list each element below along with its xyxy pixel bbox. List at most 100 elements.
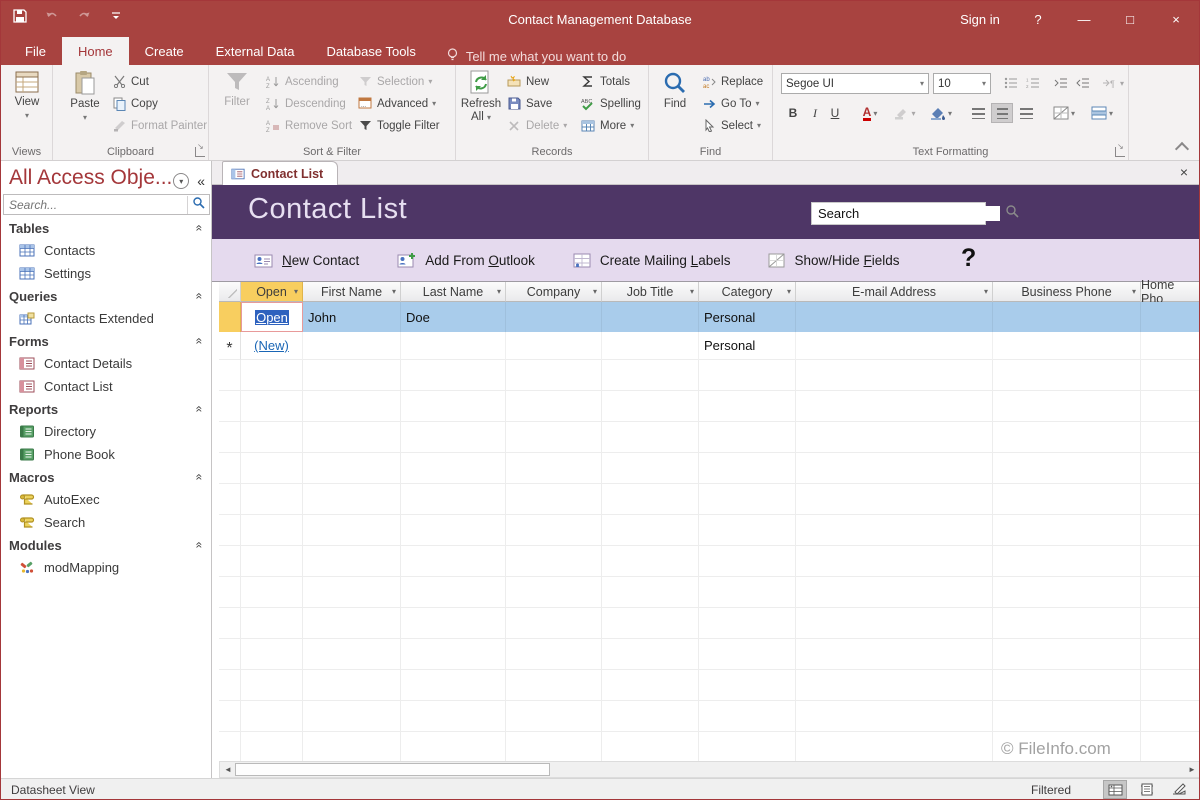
underline-button[interactable]: U xyxy=(827,103,843,123)
highlight-color-button[interactable]: ▾ xyxy=(889,103,921,123)
nav-item-contacts[interactable]: Contacts xyxy=(1,239,211,262)
nav-section-modules[interactable]: Modules« xyxy=(1,534,211,556)
align-left-button[interactable] xyxy=(967,103,989,123)
nav-pane-menu-icon[interactable]: ▾ xyxy=(173,173,189,189)
align-right-button[interactable] xyxy=(1015,103,1037,123)
cell-home-phone[interactable] xyxy=(1141,302,1200,332)
form-search-input[interactable] xyxy=(812,206,1000,221)
cell-company[interactable] xyxy=(506,332,602,360)
tab-external-data[interactable]: External Data xyxy=(200,37,311,65)
nav-item-contacts-extended[interactable]: Contacts Extended xyxy=(1,307,211,330)
column-header-job-title[interactable]: Job Title▾ xyxy=(602,282,699,302)
cell-last-name[interactable] xyxy=(401,332,506,360)
nav-section-forms[interactable]: Forms« xyxy=(1,330,211,352)
tab-home[interactable]: Home xyxy=(62,37,129,65)
nav-pane-title[interactable]: All Access Obje... xyxy=(9,166,172,190)
cell-category[interactable]: Personal xyxy=(699,332,796,360)
cell-business-phone[interactable] xyxy=(993,332,1141,360)
cell-last-name[interactable]: Doe xyxy=(401,302,506,332)
view-button[interactable]: View ▾ xyxy=(5,70,49,120)
chevron-down-icon[interactable]: ▾ xyxy=(1132,287,1136,296)
collapse-section-icon[interactable]: « xyxy=(193,474,207,481)
selection-button[interactable]: Selection ▾ xyxy=(357,71,432,92)
nav-item-modmapping[interactable]: modMapping xyxy=(1,556,211,579)
nav-item-settings[interactable]: Settings xyxy=(1,262,211,285)
nav-section-queries[interactable]: Queries« xyxy=(1,285,211,307)
new-record-button[interactable]: New xyxy=(506,71,549,92)
numbering-button[interactable]: 12 xyxy=(1023,73,1043,93)
select-button[interactable]: Select ▾ xyxy=(701,115,761,136)
paste-button[interactable]: Paste ▾ xyxy=(63,70,107,122)
collapse-ribbon-button[interactable] xyxy=(1175,142,1189,156)
document-tab-contact-list[interactable]: Contact List xyxy=(222,161,338,185)
close-document-icon[interactable]: × xyxy=(1175,163,1193,181)
cell-email[interactable] xyxy=(796,332,993,360)
column-header-last-name[interactable]: Last Name▾ xyxy=(401,282,506,302)
descending-button[interactable]: ZA Descending xyxy=(265,93,346,114)
refresh-all-button[interactable]: RefreshAll ▾ xyxy=(459,70,503,124)
cell-open-link[interactable]: Open xyxy=(241,302,303,332)
new-contact-button[interactable]: New Contact xyxy=(254,253,359,268)
bullets-button[interactable] xyxy=(1001,73,1021,93)
copy-button[interactable]: Copy xyxy=(111,93,158,114)
nav-item-search-macro[interactable]: Search xyxy=(1,511,211,534)
format-painter-button[interactable]: Format Painter xyxy=(111,115,207,136)
cell-first-name[interactable]: John xyxy=(303,302,401,332)
font-name-combo[interactable]: Segoe UI ▾ xyxy=(781,73,929,94)
cell-job-title[interactable] xyxy=(602,302,699,332)
text-direction-button[interactable]: ¶▾ xyxy=(1101,73,1125,93)
chevron-down-icon[interactable]: ▾ xyxy=(787,287,791,296)
delete-record-button[interactable]: Delete ▾ xyxy=(506,115,567,136)
column-header-open[interactable]: Open▾ xyxy=(241,282,303,302)
font-color-button[interactable]: A ▾ xyxy=(855,103,885,123)
nav-section-reports[interactable]: Reports« xyxy=(1,398,211,420)
cell-first-name[interactable] xyxy=(303,332,401,360)
new-record-selector[interactable]: * xyxy=(219,332,241,360)
advanced-button[interactable]: ... Advanced ▾ xyxy=(357,93,436,114)
more-button[interactable]: More ▾ xyxy=(580,115,634,136)
nav-section-tables[interactable]: Tables« xyxy=(1,217,211,239)
chevron-down-icon[interactable]: ▾ xyxy=(497,287,501,296)
remove-sort-button[interactable]: AZ Remove Sort xyxy=(265,115,352,136)
chevron-down-icon[interactable]: ▾ xyxy=(294,287,298,296)
form-view-button[interactable] xyxy=(1135,780,1159,799)
nav-item-autoexec[interactable]: AutoExec xyxy=(1,488,211,511)
font-size-combo[interactable]: 10 ▾ xyxy=(933,73,991,94)
cell-home-phone[interactable] xyxy=(1141,332,1200,360)
column-header-category[interactable]: Category▾ xyxy=(699,282,796,302)
collapse-section-icon[interactable]: « xyxy=(193,338,207,345)
nav-section-macros[interactable]: Macros« xyxy=(1,466,211,488)
datasheet-view-button[interactable] xyxy=(1103,780,1127,799)
scrollbar-thumb[interactable] xyxy=(235,763,550,776)
scroll-right-icon[interactable]: ► xyxy=(1184,762,1200,777)
bold-button[interactable]: B xyxy=(785,103,801,123)
search-icon[interactable] xyxy=(187,196,209,214)
datasheet-select-all-corner[interactable] xyxy=(219,282,241,302)
totals-button[interactable]: Totals xyxy=(580,71,630,92)
cut-button[interactable]: Cut xyxy=(111,71,149,92)
collapse-section-icon[interactable]: « xyxy=(193,542,207,549)
search-icon[interactable] xyxy=(1000,204,1024,223)
go-to-button[interactable]: Go To ▾ xyxy=(701,93,760,114)
record-selector-current[interactable] xyxy=(219,302,241,332)
create-mailing-labels-button[interactable]: Create Mailing Labels xyxy=(573,253,731,268)
nav-item-phone-book[interactable]: Phone Book xyxy=(1,443,211,466)
column-header-business-phone[interactable]: Business Phone▾ xyxy=(993,282,1141,302)
tab-database-tools[interactable]: Database Tools xyxy=(310,37,431,65)
form-help-mark[interactable]: ? xyxy=(961,244,976,273)
filter-button[interactable]: Filter xyxy=(215,70,259,109)
increase-indent-button[interactable] xyxy=(1051,73,1071,93)
tab-create[interactable]: Create xyxy=(129,37,200,65)
align-center-button[interactable] xyxy=(991,103,1013,123)
column-header-company[interactable]: Company▾ xyxy=(506,282,602,302)
cell-job-title[interactable] xyxy=(602,332,699,360)
collapse-section-icon[interactable]: « xyxy=(193,406,207,413)
alternate-row-color-button[interactable]: ▾ xyxy=(1085,103,1119,123)
replace-button[interactable]: abac Replace xyxy=(701,71,763,92)
show-hide-fields-button[interactable]: Show/Hide Fields xyxy=(768,253,899,268)
sign-in-button[interactable]: Sign in xyxy=(945,1,1015,37)
clipboard-dialog-launcher[interactable] xyxy=(195,147,205,157)
cell-open-link[interactable]: (New) xyxy=(241,332,303,360)
find-button[interactable]: Find xyxy=(653,70,697,111)
nav-item-directory[interactable]: Directory xyxy=(1,420,211,443)
